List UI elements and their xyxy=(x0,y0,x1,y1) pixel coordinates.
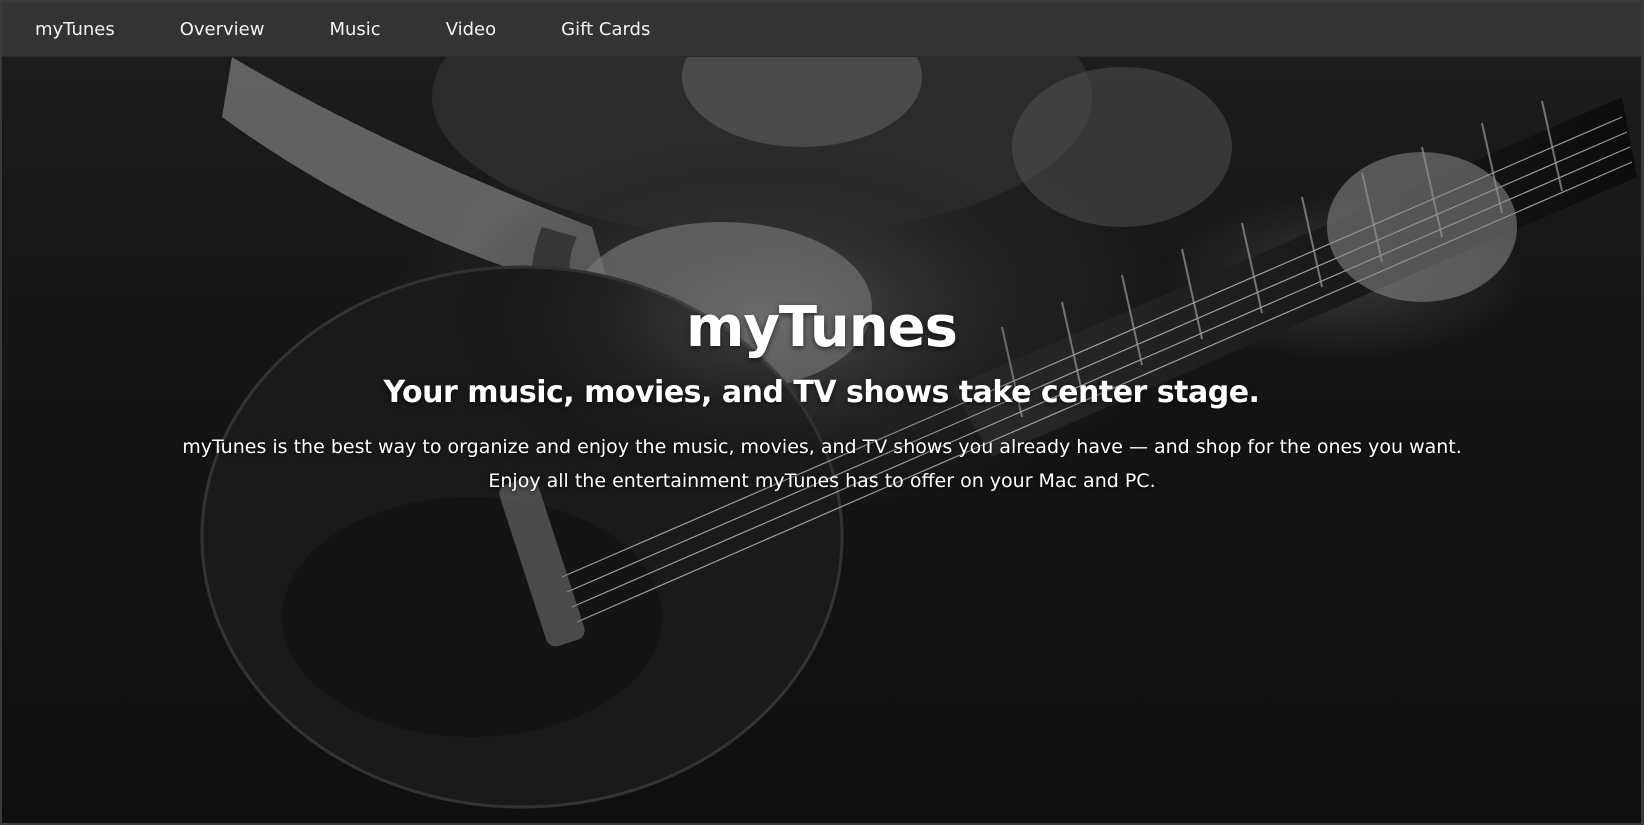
hero-subtitle: Your music, movies, and TV shows take ce… xyxy=(383,375,1260,410)
nav-link-overview[interactable]: Overview xyxy=(180,19,265,40)
nav-brand-link[interactable]: myTunes xyxy=(35,19,115,40)
hero-description: myTunes is the best way to organize and … xyxy=(182,436,1462,492)
nav-link-video[interactable]: Video xyxy=(446,19,496,40)
nav-link-gift-cards[interactable]: Gift Cards xyxy=(561,19,650,40)
top-navbar: myTunes Overview Music Video Gift Cards xyxy=(2,2,1641,57)
page: myTunes Overview Music Video Gift Cards xyxy=(2,2,1641,823)
hero-title: myTunes xyxy=(686,295,958,360)
nav-link-music[interactable]: Music xyxy=(329,19,380,40)
hero-section: myTunes Your music, movies, and TV shows… xyxy=(2,57,1641,823)
